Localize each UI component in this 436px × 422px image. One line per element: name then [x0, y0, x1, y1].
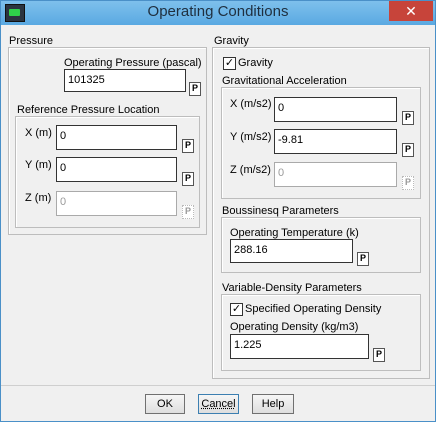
operating-temperature-label: Operating Temperature (k): [230, 227, 359, 239]
operating-pressure-input[interactable]: 101325: [64, 69, 186, 92]
operating-temperature-input[interactable]: 288.16: [230, 239, 353, 263]
ref-x-input[interactable]: 0: [56, 125, 177, 150]
operating-density-input[interactable]: 1.225: [230, 334, 369, 359]
cancel-button[interactable]: Cancel: [198, 394, 239, 414]
gravity-checkbox-label[interactable]: Gravity: [238, 57, 273, 69]
ref-y-param-button[interactable]: P: [182, 172, 194, 186]
operating-conditions-dialog: Operating Conditions ✕ Pressure Operatin…: [0, 0, 436, 422]
help-button-label: Help: [261, 398, 285, 410]
grav-x-param-button[interactable]: P: [402, 111, 414, 125]
reference-pressure-location-label: Reference Pressure Location: [17, 104, 160, 116]
specified-operating-density-label[interactable]: Specified Operating Density: [245, 303, 381, 315]
gravity-group-label: Gravity: [214, 35, 249, 47]
ref-x-param-button[interactable]: P: [182, 139, 194, 153]
operating-pressure-label: Operating Pressure (pascal): [64, 57, 202, 69]
ref-z-label: Z (m): [25, 192, 52, 204]
gravitational-acceleration-label: Gravitational Acceleration: [222, 75, 347, 87]
title-bar: Operating Conditions ✕: [1, 1, 435, 25]
grav-y-label: Y (m/s2): [230, 131, 272, 143]
help-button[interactable]: Help: [252, 394, 294, 414]
grav-y-input[interactable]: -9.81: [274, 129, 397, 154]
ref-z-input: 0: [56, 191, 177, 216]
grav-z-input: 0: [274, 162, 397, 187]
operating-density-label: Operating Density (kg/m3): [230, 321, 359, 333]
operating-pressure-param-button[interactable]: P: [189, 82, 201, 96]
grav-z-label: Z (m/s2): [230, 164, 271, 176]
cancel-button-label: Cancel: [201, 398, 236, 410]
ok-button[interactable]: OK: [145, 394, 185, 414]
ref-y-input[interactable]: 0: [56, 157, 177, 182]
ref-y-label: Y (m): [25, 159, 52, 171]
grav-x-label: X (m/s2): [230, 98, 272, 110]
ok-button-label: OK: [157, 398, 173, 410]
ref-x-label: X (m): [25, 127, 52, 139]
boussinesq-group-label: Boussinesq Parameters: [222, 205, 339, 217]
variable-density-group-label: Variable-Density Parameters: [222, 282, 362, 294]
gravity-checkbox[interactable]: ✓: [223, 57, 236, 70]
pressure-group-label: Pressure: [9, 35, 54, 47]
close-button[interactable]: ✕: [389, 1, 433, 21]
window-title: Operating Conditions: [147, 3, 289, 20]
ref-z-param-button: P: [182, 205, 194, 219]
specified-operating-density-checkbox[interactable]: ✓: [230, 303, 243, 316]
operating-temperature-param-button[interactable]: P: [357, 252, 369, 266]
grav-y-param-button[interactable]: P: [402, 143, 414, 157]
grav-x-input[interactable]: 0: [274, 97, 397, 122]
grav-z-param-button: P: [402, 176, 414, 190]
operating-density-param-button[interactable]: P: [373, 348, 385, 362]
button-bar-divider: [1, 385, 435, 386]
